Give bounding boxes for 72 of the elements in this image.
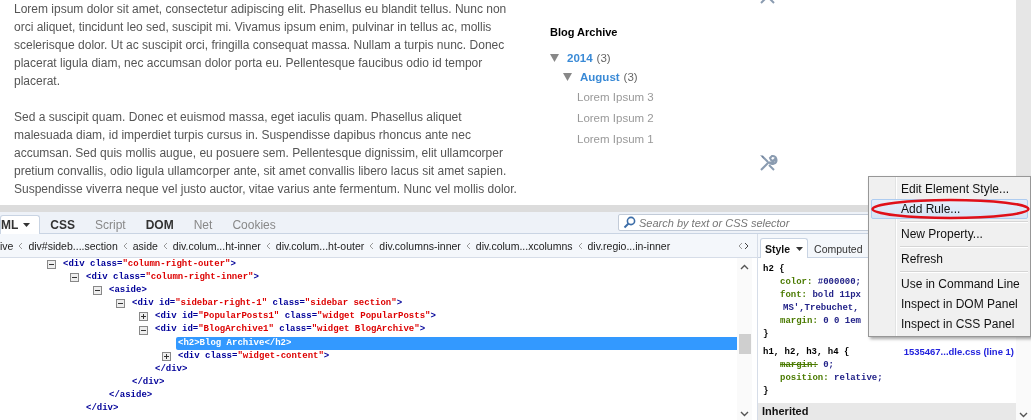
side-panel-tab[interactable]: Computed: [809, 238, 868, 258]
breadcrumb-item[interactable]: div.colum...ht-inner: [172, 239, 261, 252]
css-property[interactable]: color: #000000;: [763, 276, 861, 289]
archive-count: (3): [596, 51, 611, 64]
code-line[interactable]: </div>: [130, 375, 737, 389]
code-line[interactable]: <aside>: [107, 284, 737, 298]
scroll-down-icon[interactable]: [740, 411, 749, 417]
scrollbar-thumb[interactable]: [738, 334, 751, 354]
css-selector: h2 {: [763, 263, 785, 276]
scroll-arrows-icon[interactable]: [738, 241, 749, 250]
breadcrumb-item[interactable]: div.colum...xcolumns: [475, 239, 573, 252]
expand-toggle-icon[interactable]: [162, 351, 171, 361]
body-paragraph: Lorem ipsum dolor sit amet, consectetur adipiscing elit. Phasellus eu blandit tellus. Nunc non orci aliquet, tincidunt leo sed, suscipit mi. Vivamus ipsum enim, pulvinar in tellus ac, mollis scelerisque dolor. Ut ac suscipit orci, fringilla consequat massa. Nullam a turpis nunc. Donec placerat ligula diam, nec accumsan dolor porta eu. Pellentesque faucibus odio id tempor placerat.: [14, 1, 508, 90]
chevron-left-icon: [369, 241, 375, 250]
archive-count: (3): [623, 70, 638, 83]
collapse-toggle-icon[interactable]: [139, 325, 148, 335]
closing-brace: }: [763, 328, 770, 341]
chevron-left-icon: [465, 241, 471, 250]
code-line[interactable]: <div id="sidebar-right-1" class="sidebar section">: [130, 297, 737, 311]
breadcrumb-item[interactable]: ive: [0, 239, 14, 252]
panel-tab[interactable]: DOM: [135, 215, 184, 234]
code-line[interactable]: </div>: [84, 402, 737, 416]
code-line[interactable]: </aside>: [107, 388, 737, 403]
css-property[interactable]: font: bold 11px: [763, 289, 862, 302]
menu-item[interactable]: Inspect in DOM Panel: [871, 294, 1028, 314]
chevron-left-icon: [122, 241, 128, 250]
menu-item[interactable]: Edit Element Style...: [871, 179, 1028, 199]
collapse-triangle-icon[interactable]: [550, 53, 559, 62]
chevron-left-icon: [577, 241, 583, 250]
panel-tab[interactable]: CSS: [40, 215, 85, 234]
code-line[interactable]: <div class="column-right-outer">: [61, 258, 737, 272]
breadcrumb-item[interactable]: div#sideb....section: [28, 239, 118, 252]
chevron-left-icon: [162, 241, 168, 250]
chevron-left-icon: [18, 241, 24, 250]
menu-item[interactable]: Refresh: [871, 249, 1028, 269]
caret-icon[interactable]: [796, 246, 804, 251]
breadcrumb-item[interactable]: div.columns-inner: [379, 239, 461, 252]
collapse-toggle-icon[interactable]: [93, 286, 102, 296]
section-heading: Inherited: [758, 403, 1016, 420]
breadcrumb-item[interactable]: div.regio...in-inner: [587, 239, 671, 252]
scroll-up-icon[interactable]: [740, 264, 749, 270]
collapse-toggle-icon[interactable]: [70, 273, 79, 283]
chevron-left-icon: [265, 241, 271, 250]
caret-icon[interactable]: [23, 223, 31, 227]
menu-item[interactable]: Use in Command Line: [871, 274, 1028, 294]
collapse-toggle-icon[interactable]: [116, 299, 125, 309]
css-value: MS',Trebuchet,: [782, 302, 859, 315]
closing-brace: }: [763, 385, 770, 398]
stylesheet-link[interactable]: 1535467...dle.css (line 1): [903, 346, 1014, 359]
scroll-down-icon[interactable]: [1019, 412, 1028, 418]
expand-toggle-icon[interactable]: [139, 312, 148, 322]
code-line[interactable]: <div class="column-right-inner">: [84, 271, 737, 285]
archive-link[interactable]: 2014: [567, 51, 593, 64]
code-line[interactable]: <div id="BlogArchive1" class="widget BlogArchive">: [153, 323, 737, 337]
code-line[interactable]: <div id="PopularPosts1" class="widget PopularPosts">: [153, 310, 737, 324]
code-line[interactable]: </div>: [153, 362, 737, 376]
css-property[interactable]: margin: 0 0 1em: [763, 315, 862, 328]
menu-item[interactable]: Inspect in CSS Panel: [871, 314, 1028, 334]
breadcrumb-item[interactable]: aside: [132, 239, 158, 252]
panel-tab[interactable]: ML: [0, 215, 41, 234]
collapse-triangle-icon[interactable]: [563, 72, 572, 81]
search-icon: [623, 216, 636, 229]
collapse-toggle-icon[interactable]: [47, 260, 56, 270]
breadcrumb-item[interactable]: div.colum...ht-outer: [275, 239, 365, 252]
side-panel-tab[interactable]: Style: [760, 238, 809, 258]
css-selector: h1, h2, h3, h4 {: [763, 346, 850, 359]
body-paragraph: Sed a suscipit quam. Donec et euismod massa, eget iaculis quam. Phasellus aliquet malesuada diam, id imperdiet turpis cursus in. Suspendisse dapibus rhoncus ante nec accumsan. Sed quis mollis augue, eu posuere sem. Pellentesque dignissim, elit ullamcorper pretium convallis, odio ligula ullamcorper ante, sit amet convallis libero lacus sit amet sapien. Suspendisse viverra neque vel justo auctor, vitae varius ante fermentum. Nunc vel mollis dolor.: [14, 109, 518, 198]
css-property[interactable]: position: relative;: [763, 372, 883, 385]
css-property[interactable]: margin: 0;: [763, 359, 834, 372]
archive-link[interactable]: August: [580, 70, 620, 83]
code-line[interactable]: <div class="widget-content">: [176, 349, 737, 363]
widget-heading: Blog Archive: [550, 26, 619, 38]
